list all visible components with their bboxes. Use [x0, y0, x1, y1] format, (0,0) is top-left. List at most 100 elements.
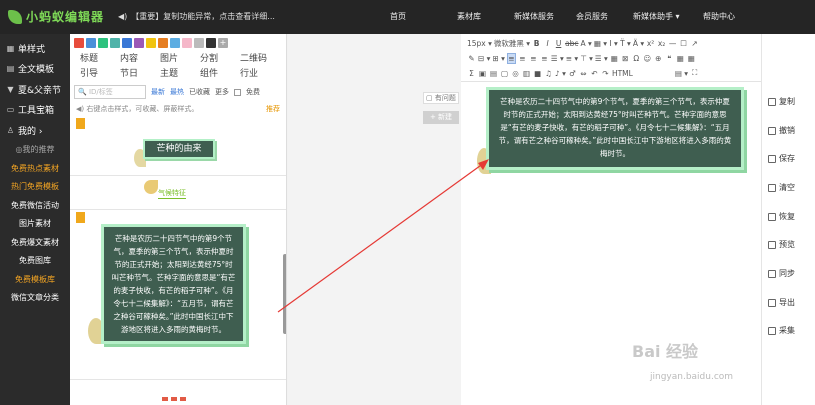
sidebar-item-toolbox[interactable]: ▭ 工具宝箱 — [0, 100, 70, 121]
template-item[interactable]: 气候特征 — [70, 176, 286, 210]
multi-image-button[interactable]: ▤ — [489, 69, 498, 78]
undo-action-button[interactable]: 撤销 — [768, 125, 795, 136]
superscript-button[interactable]: x² — [646, 39, 655, 48]
color-swatch[interactable] — [134, 38, 144, 48]
nav-materials[interactable]: 素材库 — [457, 11, 514, 22]
formula-button[interactable]: Σ — [467, 69, 476, 78]
zoom-button[interactable]: ⊕ — [654, 54, 663, 63]
line-height-select[interactable]: ⊤ ▾ — [580, 54, 593, 63]
strikethrough-button[interactable]: abc — [565, 39, 578, 48]
list-select[interactable]: ☰ ▾ — [551, 54, 564, 63]
grid-button[interactable]: ▦ — [687, 54, 696, 63]
underline-button[interactable]: U — [554, 39, 563, 48]
redo-button[interactable]: ↷ — [601, 69, 610, 78]
music-select[interactable]: ♪ ▾ — [555, 69, 566, 78]
free-checkbox[interactable] — [234, 88, 241, 96]
expand-icon[interactable]: ↗ — [690, 39, 699, 48]
quote-button[interactable]: ❝ — [665, 54, 674, 63]
nav-help-center[interactable]: 帮助中心 — [703, 11, 753, 22]
nav-media-assistant[interactable]: 新媒体助手 ▾ — [633, 11, 703, 22]
audio-button[interactable]: ♫ — [544, 69, 553, 78]
template-select[interactable]: ▤ ▾ — [675, 69, 688, 78]
table-button[interactable]: ▦ — [610, 54, 619, 63]
category-industry[interactable]: 行业 — [240, 67, 280, 82]
frame-insert-button[interactable]: ▢ — [500, 69, 509, 78]
filter-newest[interactable]: 最新 — [151, 87, 165, 97]
add-color-icon[interactable]: + — [218, 38, 228, 48]
color-swatch[interactable] — [194, 38, 204, 48]
nav-member-service[interactable]: 会员服务 — [576, 11, 633, 22]
sidebar-sub-wechat-events[interactable]: 免费微信活动 — [0, 196, 70, 215]
sidebar-sub-recommend[interactable]: ◎我的推荐 — [0, 141, 70, 160]
color-swatch[interactable] — [206, 38, 216, 48]
ordered-list-select[interactable]: ≡ ▾ — [566, 54, 578, 63]
link-button[interactable]: ♂ — [568, 69, 577, 78]
category-divider[interactable]: 分割 — [200, 52, 240, 67]
tag-search-input[interactable]: 🔍 ID/标签 — [74, 85, 146, 99]
sidebar-sub-hot-materials[interactable]: 免费热点素材 — [0, 159, 70, 178]
color-swatch[interactable] — [110, 38, 120, 48]
sidebar-item-full-template[interactable]: ▤ 全文模板 — [0, 59, 70, 80]
image-button[interactable]: ▣ — [478, 69, 487, 78]
video-button[interactable]: ▥ — [522, 69, 531, 78]
new-document-button[interactable]: + 新建 — [423, 111, 459, 124]
tip-recommend-link[interactable]: 推荐 — [266, 104, 280, 114]
sidebar-item-single-style[interactable]: ▦ 单样式 — [0, 38, 70, 59]
special-char-button[interactable]: Ω — [632, 54, 641, 63]
fullscreen-button[interactable]: ⛶ — [690, 68, 699, 78]
color-swatch[interactable] — [86, 38, 96, 48]
color-swatch[interactable] — [182, 38, 192, 48]
sidebar-item-mine[interactable]: ♙ 我的 › — [0, 120, 70, 141]
category-qrcode[interactable]: 二维码 — [240, 52, 280, 67]
sidebar-sub-template-library[interactable]: 免费模板库 — [0, 270, 70, 289]
color-swatch[interactable] — [74, 38, 84, 48]
align-left-button[interactable]: ≡ — [506, 52, 516, 64]
category-theme[interactable]: 主题 — [160, 67, 200, 82]
sync-button[interactable]: 同步 — [768, 268, 795, 279]
text-transform-button[interactable]: T̈ ▾ — [620, 39, 631, 48]
document-tab[interactable]: ▢ 有问题 — [423, 92, 459, 104]
color-swatch[interactable] — [98, 38, 108, 48]
block-button[interactable]: ■ — [533, 69, 542, 78]
color-swatch[interactable] — [122, 38, 132, 48]
sidebar-sub-article-categories[interactable]: 微信文章分类 — [0, 289, 70, 308]
format-painter-button[interactable]: ✎ — [467, 54, 476, 63]
sidebar-sub-images[interactable]: 图片素材 — [0, 215, 70, 234]
category-content[interactable]: 内容 — [120, 52, 160, 67]
category-guide[interactable]: 引导 — [80, 67, 120, 82]
nav-media-service[interactable]: 新媒体服务 — [514, 11, 576, 22]
bold-button[interactable]: B — [532, 39, 541, 48]
font-color-button[interactable]: A ▾ — [581, 39, 592, 48]
category-component[interactable]: 组件 — [200, 67, 240, 82]
copy-button[interactable]: 复制 — [768, 96, 795, 107]
category-festival[interactable]: 节日 — [120, 67, 160, 82]
color-swatch[interactable] — [146, 38, 156, 48]
template-item[interactable]: 芒种是农历二十四节气中的第9个节气，夏季的第三个节气，表示仲夏时节的正式开始；太… — [70, 210, 286, 380]
sidebar-sub-viral-articles[interactable]: 免费爆文素材 — [0, 233, 70, 252]
color-swatch[interactable] — [170, 38, 180, 48]
camera-button[interactable]: ◎ — [511, 69, 520, 78]
filter-more[interactable]: 更多 — [215, 87, 229, 97]
font-family-select[interactable]: 微软雅黑 ▾ — [494, 38, 530, 49]
italic-button[interactable]: I — [543, 39, 552, 48]
undo-button[interactable]: ↶ — [590, 69, 599, 78]
layout-button[interactable]: ▦ — [676, 54, 685, 63]
subscript-button[interactable]: x₂ — [657, 39, 666, 48]
editor-text-card[interactable]: 芒种是农历二十四节气中的第9个节气，夏季的第三个节气，表示仲夏时节的正式开始；太… — [486, 87, 744, 170]
template-item[interactable]: 芒种的由来 — [70, 116, 286, 176]
app-logo[interactable]: 小蚂蚁编辑器 — [8, 8, 104, 25]
collect-button[interactable]: 采集 — [768, 325, 795, 336]
color-swatch[interactable] — [158, 38, 168, 48]
font-size-select[interactable]: 15px ▾ — [467, 39, 492, 48]
align-center-button[interactable]: ≡ — [518, 54, 527, 63]
clear-button[interactable]: 清空 — [768, 182, 795, 193]
restore-button[interactable]: 恢复 — [768, 211, 795, 222]
indent-select[interactable]: ⊟ ▾ — [478, 54, 490, 63]
category-image[interactable]: 图片 — [160, 52, 200, 67]
filter-hottest[interactable]: 最热 — [170, 87, 184, 97]
preview-button[interactable]: 预览 — [768, 239, 795, 250]
align-justify-button[interactable]: ≡ — [540, 54, 549, 63]
category-title[interactable]: 标题 — [80, 52, 120, 67]
export-button[interactable]: 导出 — [768, 297, 795, 308]
sidebar-item-festival[interactable]: ▼ 夏&父亲节 — [0, 79, 70, 100]
